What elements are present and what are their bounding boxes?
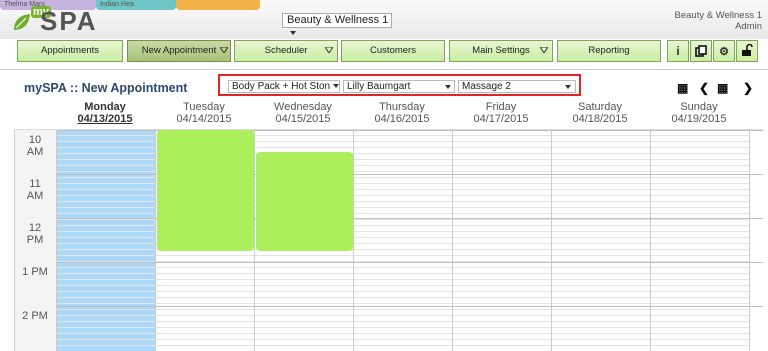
hour-line [57, 306, 763, 307]
settings-button[interactable]: ⚙ [713, 40, 735, 62]
main-navigation: Appointments New Appointment Scheduler C… [0, 39, 768, 65]
hour-label-text: 11 [29, 178, 41, 190]
hour-label-text: 12 [28, 222, 42, 234]
day-name: Tuesday [183, 101, 225, 113]
nav-appointments-button[interactable]: Appointments [17, 40, 123, 62]
chevron-down-icon [333, 84, 339, 89]
day-date: 04/16/2015 [374, 113, 430, 125]
nav-new-appointment-button[interactable]: New Appointment [127, 40, 231, 62]
day-date: 04/13/2015 [77, 113, 133, 125]
day-header[interactable]: Friday 04/17/2015 [452, 101, 550, 125]
day-column[interactable] [57, 130, 156, 351]
chevron-down-icon [565, 85, 571, 89]
calendar-icon[interactable]: ▦ [677, 81, 688, 95]
settings-icon: ⚙ [719, 46, 729, 58]
copy-icon [695, 45, 707, 57]
nav-label: Main Settings [472, 45, 530, 56]
hour-line [57, 262, 763, 263]
unlock-icon [742, 43, 753, 56]
hour-label-period: AM [26, 146, 44, 158]
chevron-right-icon[interactable]: ❯ [743, 81, 753, 95]
time-column: 10 AM 11 AM 12 PM 1 PM 2 PM [15, 130, 57, 351]
top-bar: Thelma Mars Indian Hea my SPA Beauty & W… [0, 0, 768, 39]
nav-customers-button[interactable]: Customers [341, 40, 445, 62]
user-info: Beauty & Wellness 1 Admin [675, 10, 762, 32]
staff-select-value: Lilly Baumgart [347, 81, 411, 92]
day-name: Wednesday [274, 101, 332, 113]
chevron-left-icon[interactable]: ❮ [699, 81, 709, 95]
hour-label-period: PM [26, 234, 44, 246]
week-grid[interactable]: 10AM11AM12PM1 PM2 PM ▲ [14, 130, 763, 351]
available-slot[interactable] [157, 130, 254, 251]
hour-label: 12 PM [15, 222, 55, 246]
day-header[interactable]: Sunday 04/19/2015 [650, 101, 748, 125]
chevron-down-icon [290, 31, 296, 36]
day-header[interactable]: Wednesday 04/15/2015 [254, 101, 352, 125]
day-name: Thursday [379, 101, 425, 113]
filter-group: Body Pack + Hot Ston Lilly Baumgart Mass… [218, 74, 581, 96]
calendar-today-icon[interactable]: ▦ [717, 81, 728, 95]
nav-label: Customers [370, 45, 416, 56]
hour-label: 2 PM [15, 310, 55, 322]
nav-label: Appointments [40, 45, 100, 56]
nav-scheduler-button[interactable]: Scheduler [234, 40, 338, 62]
location-select-value: Beauty & Wellness 1 [287, 14, 389, 26]
copy-button[interactable] [690, 40, 712, 62]
day-name: Saturday [577, 101, 623, 113]
lock-button[interactable] [736, 40, 758, 62]
logo-name: SPA [40, 6, 98, 36]
day-header[interactable]: Saturday 04/18/2015 [551, 101, 649, 125]
service-select[interactable]: Body Pack + Hot Ston [228, 80, 340, 93]
hour-label-text: 2 PM [22, 310, 48, 322]
day-header[interactable]: Monday 04/13/2015 [56, 101, 154, 125]
day-date: 04/19/2015 [671, 113, 727, 125]
day-date: 04/15/2015 [275, 113, 331, 125]
hour-label: 1 PM [15, 266, 55, 278]
hour-label-period: AM [26, 190, 44, 202]
week-header: Monday 04/13/2015 Tuesday 04/14/2015 Wednesd… [14, 100, 763, 130]
leaf-icon [14, 14, 30, 30]
hour-label: 11 AM [15, 178, 55, 202]
day-column[interactable] [453, 130, 552, 351]
available-slot[interactable] [256, 152, 353, 251]
location-select[interactable]: Beauty & Wellness 1 [282, 13, 392, 36]
user-location: Beauty & Wellness 1 [674, 10, 762, 21]
chevron-down-icon [445, 85, 451, 89]
day-column[interactable] [552, 130, 651, 351]
info-icon: i [676, 44, 680, 58]
nav-reporting-button[interactable]: Reporting [557, 40, 661, 62]
nav-label: Scheduler [264, 45, 308, 56]
day-name: Friday [485, 101, 517, 113]
nav-label: Reporting [588, 45, 630, 56]
day-date: 04/18/2015 [572, 113, 628, 125]
dropdown-arrow-icon [540, 47, 548, 53]
hour-label-text: 1 PM [22, 266, 48, 278]
page-title: mySPA :: New Appointment [24, 81, 188, 95]
dropdown-arrow-icon [220, 47, 228, 53]
nav-label: New Appointment [141, 45, 217, 56]
user-role: Admin [735, 21, 762, 32]
day-column[interactable] [651, 130, 750, 351]
hour-label-text: 10 [28, 134, 42, 146]
day-date: 04/14/2015 [176, 113, 232, 125]
info-button[interactable]: i [667, 40, 689, 62]
page-toolbar: mySPA :: New Appointment Body Pack + Hot… [0, 69, 768, 102]
day-header[interactable]: Thursday 04/16/2015 [353, 101, 451, 125]
day-date: 04/17/2015 [473, 113, 529, 125]
nav-main-settings-button[interactable]: Main Settings [449, 40, 553, 62]
day-column[interactable] [354, 130, 453, 351]
day-name: Monday [84, 101, 126, 113]
service-select-value: Body Pack + Hot Ston [232, 81, 331, 92]
background-tab[interactable]: Indian Hea [96, 0, 176, 10]
resource-select[interactable]: Massage 2 [458, 80, 576, 93]
background-tab[interactable] [176, 0, 260, 10]
day-header[interactable]: Tuesday 04/14/2015 [155, 101, 253, 125]
dropdown-arrow-icon [325, 47, 333, 53]
hour-label: 10 AM [15, 134, 55, 158]
day-name: Sunday [680, 101, 718, 113]
resource-select-value: Massage 2 [462, 81, 511, 92]
staff-select[interactable]: Lilly Baumgart [343, 80, 455, 93]
